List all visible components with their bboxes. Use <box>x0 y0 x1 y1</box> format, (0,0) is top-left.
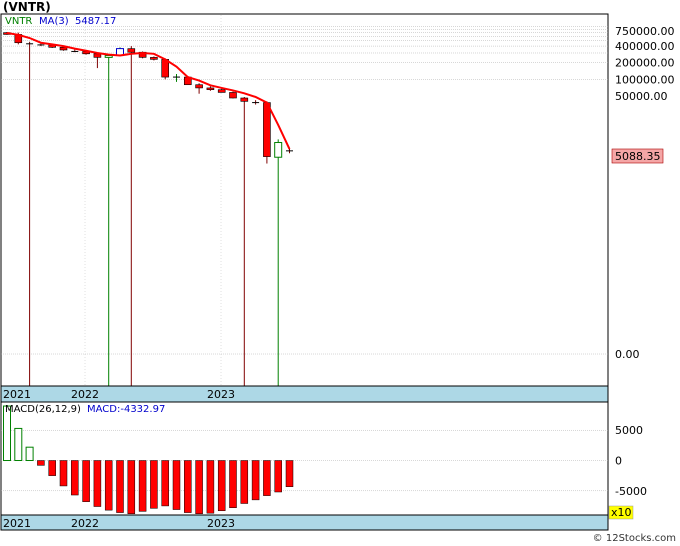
candle-body <box>229 92 237 99</box>
macd-x-tick-label: 2021 <box>3 517 31 530</box>
macd-bar <box>25 446 34 462</box>
macd-bar <box>93 460 102 507</box>
candle-body <box>59 47 68 51</box>
candle-body <box>206 87 215 91</box>
price-y-tick-label: 100000.00 <box>615 73 675 86</box>
candle-body <box>274 142 283 158</box>
candle-body <box>217 89 226 93</box>
macd-bar <box>59 460 68 487</box>
macd-bar <box>172 460 181 510</box>
macd-bar <box>14 427 23 462</box>
macd-bar <box>138 460 147 512</box>
price-y-axis: 750000.00 400000.00 200000.00 100000.00 5000… <box>615 25 675 361</box>
candle-body <box>263 102 271 157</box>
macd-legend-value: MACD:-4332.97 <box>87 404 165 415</box>
price-y-tick-label: 750000.00 <box>615 25 675 38</box>
macd-bar <box>82 460 90 502</box>
macd-y-tick-label: 0 <box>615 455 622 468</box>
footer-credit: © 12Stocks.com <box>592 533 676 544</box>
candle-body <box>195 84 203 89</box>
macd-bar <box>37 460 45 466</box>
macd-bar <box>240 460 249 504</box>
price-x-tick-label: 2022 <box>71 388 99 401</box>
last-price-label: 5088.35 <box>615 150 661 163</box>
macd-bar <box>116 460 124 513</box>
macd-panel <box>0 401 609 531</box>
macd-bar <box>127 460 136 515</box>
macd-legend-label: MACD(26,12,9) <box>5 404 81 415</box>
price-y-tick-label: 200000.00 <box>615 57 675 70</box>
macd-bar <box>195 460 203 515</box>
macd-bar <box>263 460 271 496</box>
macd-bar <box>48 460 56 476</box>
macd-bar <box>184 460 192 513</box>
multiplier-label: x10 <box>611 506 632 519</box>
price-y-tick-label: 50000.00 <box>615 90 668 103</box>
macd-bar <box>161 460 169 507</box>
macd-bar <box>251 460 260 501</box>
macd-bar <box>217 460 226 512</box>
price-legend-ma-value: 5487.17 <box>75 16 116 27</box>
macd-bar <box>71 460 79 496</box>
macd-x-tick-label: 2022 <box>71 517 99 530</box>
macd-bar <box>104 460 113 511</box>
price-y-tick-label: 0.00 <box>615 348 640 361</box>
macd-bar <box>285 460 294 487</box>
macd-y-tick-label: 5000 <box>615 424 643 437</box>
candle-body <box>240 97 249 102</box>
price-legend-ma-label: MA(3) <box>39 16 69 27</box>
candle-body <box>150 57 158 60</box>
price-y-tick-label: 400000.00 <box>615 40 675 53</box>
macd-bar <box>150 460 158 509</box>
candle-body <box>127 48 136 53</box>
macd-y-axis: 5000 0 -5000 <box>615 424 647 498</box>
macd-bar <box>206 460 215 514</box>
price-x-tick-label: 2023 <box>207 388 235 401</box>
price-panel <box>0 13 609 403</box>
macd-bar <box>274 460 282 493</box>
stock-chart: 750000.00 400000.00 200000.00 100000.00 5000… <box>0 13 675 531</box>
macd-x-tick-label: 2023 <box>207 517 235 530</box>
macd-y-tick-label: -5000 <box>615 485 647 498</box>
price-legend-ticker: VNTR <box>5 16 32 27</box>
price-x-tick-label: 2021 <box>3 388 31 401</box>
macd-bar <box>229 460 237 508</box>
